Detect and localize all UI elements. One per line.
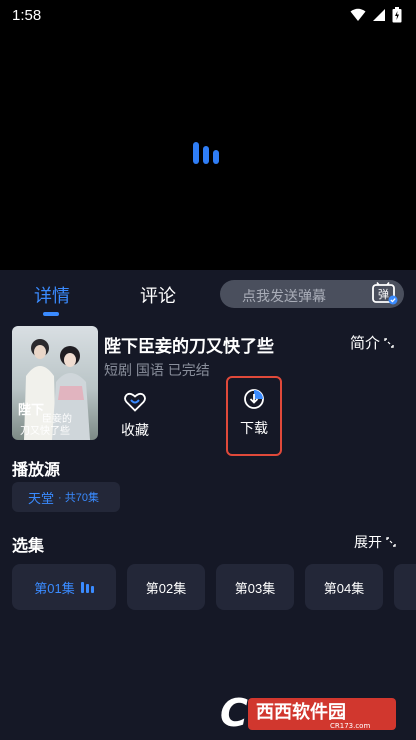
source-section-title: 播放源: [12, 462, 61, 479]
svg-text:臣妾的: 臣妾的: [42, 412, 72, 425]
episode-item-active[interactable]: 第01集: [12, 564, 116, 610]
status-time: 1:58: [12, 6, 42, 24]
svg-text:西西软件园: 西西软件园: [256, 701, 346, 723]
tab-comments[interactable]: 评论: [140, 282, 176, 308]
wifi-icon: [350, 8, 366, 21]
detail-panel: 详情 评论 点我发送弹幕 弹 陛下 臣妾的 刀又快了些 陛下臣妾的刀又快了些 短…: [0, 270, 416, 740]
episode-label: 第02集: [145, 580, 187, 596]
download-icon: [244, 389, 264, 409]
danmaku-input[interactable]: 点我发送弹幕 弹: [220, 280, 404, 308]
danmaku-placeholder: 点我发送弹幕: [242, 288, 326, 304]
source-count: · 共70集: [58, 492, 99, 504]
intro-label: 简介: [350, 335, 381, 352]
episodes-section-title: 选集: [12, 538, 45, 555]
intro-button[interactable]: 简介: [350, 332, 394, 353]
heart-icon: [124, 392, 146, 412]
now-playing-icon: [80, 581, 94, 593]
svg-text:陛下: 陛下: [18, 402, 44, 418]
tab-details[interactable]: 详情: [34, 282, 70, 308]
episode-label: 第04集: [323, 580, 365, 596]
expand-episodes-button[interactable]: 展开: [354, 532, 396, 552]
favorite-label: 收藏: [121, 422, 149, 438]
tab-bar: 详情 评论 点我发送弹幕 弹: [0, 270, 416, 320]
svg-text:弹: 弹: [378, 287, 389, 301]
svg-text:CR173.com: CR173.com: [330, 722, 370, 730]
source-chip[interactable]: 天堂 · 共70集: [12, 482, 120, 512]
svg-text:C: C: [220, 692, 248, 732]
episode-label: 第03集: [234, 580, 276, 596]
tab-active-indicator: [43, 312, 59, 316]
download-label: 下载: [240, 420, 268, 436]
favorite-button[interactable]: 收藏: [110, 392, 160, 440]
episode-item[interactable]: 第03集: [216, 564, 294, 610]
expand-corner-icon: [386, 537, 396, 547]
drama-tags: 短剧 国语 已完结: [104, 362, 210, 378]
drama-poster[interactable]: 陛下 臣妾的 刀又快了些: [12, 326, 98, 440]
battery-icon: [392, 7, 402, 23]
episode-item-partial[interactable]: [394, 564, 416, 610]
expand-corner-icon: [384, 337, 394, 348]
expand-label: 展开: [354, 534, 382, 550]
episode-item[interactable]: 第02集: [127, 564, 205, 610]
download-button[interactable]: 下载: [226, 376, 282, 456]
drama-title: 陛下臣妾的刀又快了些: [104, 337, 274, 356]
source-name: 天堂: [28, 490, 55, 506]
video-player[interactable]: [0, 30, 416, 270]
cellular-signal-icon: [373, 9, 385, 21]
loading-indicator: [193, 142, 219, 164]
watermark-logo: C 西西软件园 CR173.com: [220, 692, 396, 732]
episode-label: 第01集: [34, 580, 75, 596]
status-bar: 1:58: [0, 0, 416, 30]
status-icons: [350, 7, 402, 23]
episode-item[interactable]: 第04集: [305, 564, 383, 610]
episode-list: 第01集 第02集 第03集 第04集: [12, 564, 416, 610]
svg-text:刀又快了些: 刀又快了些: [20, 424, 70, 437]
danmaku-toggle-icon[interactable]: 弹: [372, 282, 398, 306]
